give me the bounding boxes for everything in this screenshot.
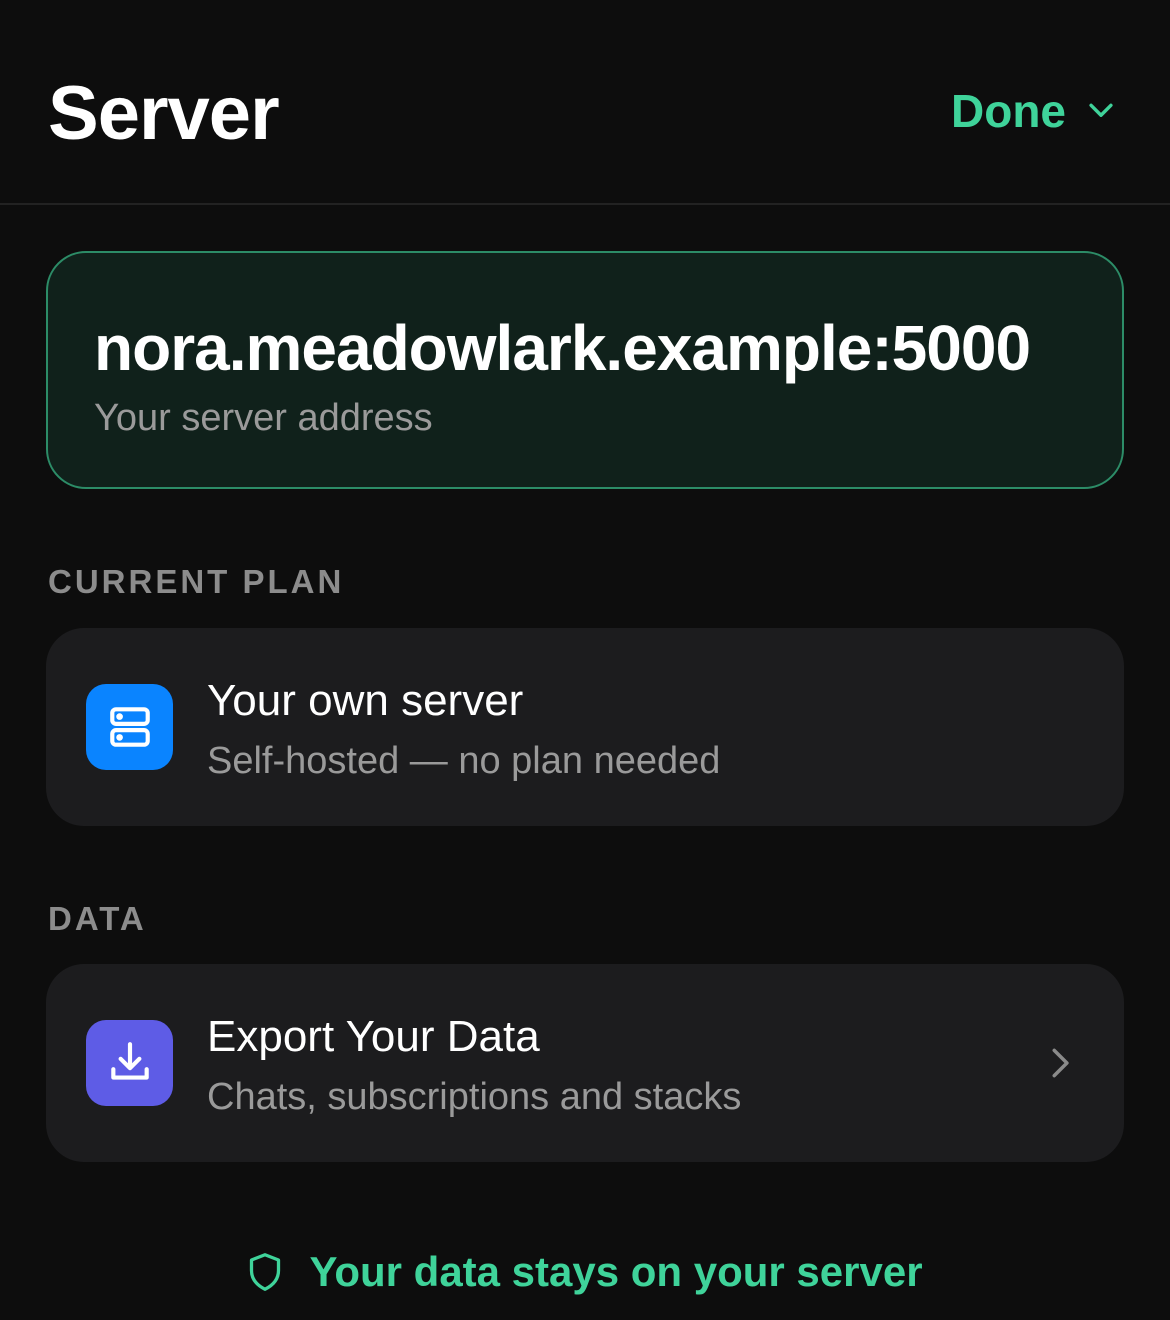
download-icon: [86, 1020, 173, 1106]
privacy-note: Your data stays on your server: [0, 1248, 1170, 1296]
section-label-data: DATA: [48, 900, 147, 937]
chevron-down-icon: [1089, 103, 1113, 117]
plan-row: Your own server Self-hosted — no plan ne…: [46, 628, 1124, 826]
chevron-right-icon: [1052, 1048, 1069, 1078]
page-title: Server: [48, 71, 280, 156]
export-data-row[interactable]: Export Your Data Chats, subscriptions an…: [46, 964, 1124, 1162]
section-label-current-plan: CURRENT PLAN: [48, 563, 345, 600]
done-button[interactable]: Done: [951, 84, 1118, 138]
privacy-note-text: Your data stays on your server: [309, 1248, 923, 1295]
header: Server Done: [0, 0, 1170, 205]
plan-row-subtitle: Self-hosted — no plan needed: [207, 740, 721, 782]
done-label: Done: [951, 85, 1066, 137]
server-settings-screen: Server Done nora.meadowlark.example:5000…: [0, 0, 1170, 1320]
server-address-caption: Your server address: [94, 397, 433, 439]
plan-row-title: Your own server: [207, 676, 524, 725]
export-row-subtitle: Chats, subscriptions and stacks: [207, 1076, 742, 1118]
shield-icon: [250, 1253, 281, 1291]
server-address-card[interactable]: nora.meadowlark.example:5000 Your server…: [46, 251, 1124, 489]
export-row-title: Export Your Data: [207, 1012, 540, 1061]
server-address: nora.meadowlark.example:5000: [94, 312, 1031, 384]
server-icon: [86, 684, 173, 770]
